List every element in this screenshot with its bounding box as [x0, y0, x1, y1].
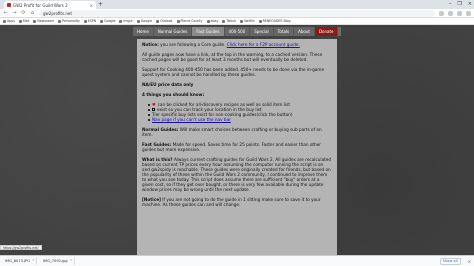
bookmark-item[interactable]: Pierce County [176, 19, 203, 23]
reload-icon[interactable]: ⟳ [21, 10, 26, 16]
bookmark-icon [136, 19, 140, 23]
nav-about[interactable]: About [294, 27, 315, 36]
nav-fast-guides[interactable]: Fast Guides [192, 27, 225, 36]
bookmark-icon [58, 19, 62, 23]
close-shelf-icon[interactable]: × [465, 259, 471, 264]
extension-icon[interactable] [439, 10, 444, 16]
bookmark-item[interactable]: Mail [18, 19, 29, 23]
normal-guides-paragraph: Normal Guides: Will make smart choices b… [142, 127, 322, 137]
bookmark-item[interactable]: Twitch [222, 19, 236, 23]
tab-title: GW2 Profit for Guild Wars 2 [13, 2, 68, 8]
fast-guides-paragraph: Fast Guides: Made for speed. Saves time … [142, 142, 321, 152]
list-item: Nav page if you can't use the nav bar [148, 117, 332, 122]
f2p-guide-link[interactable]: Click here for a F2P account guide. [227, 42, 300, 47]
bookmark-item[interactable]: Outlook [156, 19, 173, 23]
bookmark-icon [240, 19, 244, 23]
bookmark-item[interactable]: ebay [206, 19, 218, 23]
nav-page-link[interactable]: Nav page if you can't use the nav bar [152, 117, 231, 122]
bookmark-icon [222, 19, 226, 23]
bookmark-item[interactable]: ESPN [83, 19, 96, 23]
minimize-button[interactable]: – [449, 0, 452, 9]
chevron-up-icon[interactable]: ^ [32, 259, 37, 263]
browser-tab-bar: GW2 Profit for Guild Wars 2 × + – ❐ × [0, 0, 474, 9]
status-url-tooltip: https://gw2profits.net/ [0, 245, 42, 250]
download-filename: IMG_8073.JPG [5, 259, 31, 263]
back-icon[interactable]: ← [3, 10, 8, 16]
maximize-button[interactable]: ❐ [457, 0, 461, 9]
bookmark-item[interactable]: Newsroom [33, 19, 54, 23]
bookmark-icon [100, 19, 104, 23]
chevron-up-icon[interactable]: ^ [70, 259, 75, 263]
bookmark-icon [176, 19, 180, 23]
tab-close-icon[interactable]: × [90, 3, 93, 8]
bookmarks-bar: Apps Mail Newsroom Personality ESPN Goog… [0, 18, 474, 25]
guide-content: Notice: you are following a Core guide. … [137, 39, 337, 255]
support-paragraph: Support for Cooking 400-450 has been add… [142, 67, 325, 77]
nav-400-500[interactable]: 400-500 [224, 27, 251, 36]
home-icon[interactable]: ⌂ [30, 10, 35, 16]
price-data-note: NA/EU price data only [142, 82, 194, 87]
nav-special[interactable]: Special [250, 27, 274, 36]
nav-donate[interactable]: Donate [314, 27, 339, 36]
download-filename: IMG_7092.jpg [43, 259, 68, 263]
bullet-icon [148, 103, 150, 106]
bookmark-icon [83, 19, 87, 23]
notice-paragraph: Notice: you are following a Core guide. … [142, 42, 332, 47]
heart-icon: ♥ [152, 102, 156, 107]
window-controls: – ❐ × [449, 0, 472, 9]
show-all-downloads-button[interactable]: Show all [439, 257, 461, 265]
bookmark-item[interactable]: Netflix [240, 19, 255, 23]
bullet-icon [148, 118, 150, 121]
what-is-this-paragraph: What is this? Always current crafting gu… [142, 157, 332, 192]
bookmark-item[interactable]: Apps [3, 19, 15, 23]
bookmark-item[interactable]: RENEGADES Blog [258, 19, 291, 23]
download-shelf: IMG_8073.JPG ^ IMG_7092.jpg ^ Show all × [0, 255, 474, 266]
download-item[interactable]: IMG_7092.jpg ^ [41, 257, 75, 265]
bookmark-item[interactable]: Google [100, 19, 115, 23]
cache-paragraph: All guide pages now have a link, at the … [142, 52, 323, 62]
extension-icon[interactable] [448, 10, 453, 16]
bookmark-icon [119, 19, 123, 23]
site-nav-bar: Home Normal Guides Fast Guides 400-500 S… [133, 27, 341, 36]
favicon-icon [7, 3, 11, 7]
notice-text: you are following a Core guide. [158, 42, 227, 47]
bookmark-item[interactable]: Imgur [119, 19, 133, 23]
bookmark-icon [3, 19, 6, 23]
four-things-heading: 4 things you should know: [142, 92, 205, 97]
tips-list: ♥ can be clicked for all-discovery recipe… [148, 102, 332, 122]
web-page: Home Normal Guides Fast Guides 400-500 S… [0, 25, 474, 255]
checkbox-icon [152, 108, 155, 111]
bookmark-icon [258, 19, 262, 23]
menu-icon[interactable] [466, 10, 471, 16]
nav-totals[interactable]: Totals [273, 27, 295, 36]
new-tab-button[interactable]: + [98, 1, 103, 8]
profile-avatar-icon[interactable] [457, 10, 462, 16]
nav-home[interactable]: Home [133, 27, 154, 36]
address-bar-row: ← → ⟳ ⌂ gw2profits.net [0, 9, 474, 18]
bookmark-icon [33, 19, 37, 23]
nav-normal-guides[interactable]: Normal Guides [153, 27, 193, 36]
bookmark-icon [18, 19, 22, 23]
notice2-paragraph: [Notice] If you are not going to do the … [142, 197, 321, 207]
bookmark-item[interactable]: Google [136, 19, 152, 23]
bookmark-icon [156, 19, 160, 23]
download-item[interactable]: IMG_8073.JPG ^ [3, 257, 37, 265]
bullet-icon [148, 108, 150, 111]
bookmark-icon [206, 19, 210, 23]
browser-tab[interactable]: GW2 Profit for Guild Wars 2 × [4, 1, 96, 9]
notice-label: Notice: [142, 42, 159, 47]
url-input[interactable]: gw2profits.net [39, 9, 435, 17]
bullet-icon [148, 113, 150, 116]
bookmark-item[interactable]: Personality [58, 19, 80, 23]
close-window-button[interactable]: × [468, 0, 472, 9]
forward-icon[interactable]: → [12, 10, 17, 16]
